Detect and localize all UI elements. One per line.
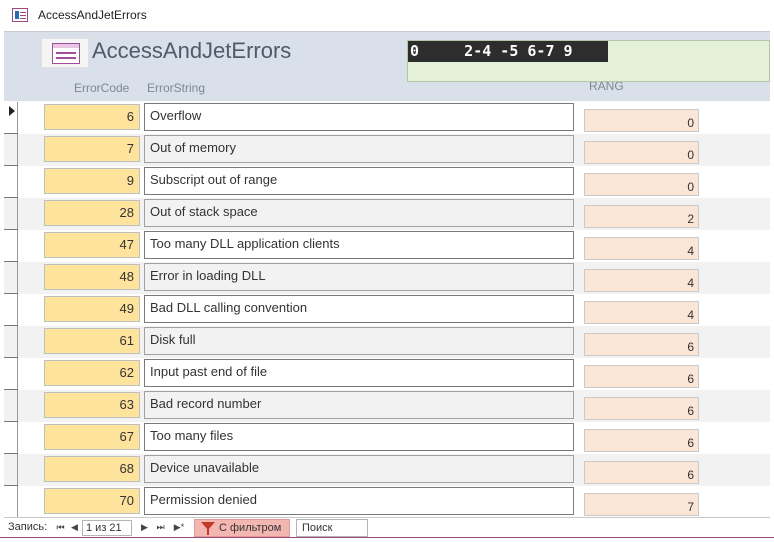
record-row[interactable]: 47 Too many DLL application clients 4 [4,230,770,262]
rang-field[interactable]: 4 [584,269,699,292]
errorcode-field[interactable]: 62 [44,360,140,386]
search-input[interactable]: Поиск [296,519,368,537]
errorstring-field[interactable]: Too many DLL application clients [144,231,574,259]
record-selector[interactable] [4,422,18,454]
rang-field[interactable]: 0 [584,141,699,164]
record-row[interactable]: 6 Overflow 0 [4,102,770,134]
record-selector[interactable] [4,454,18,486]
last-record-button[interactable]: ⏭ [154,520,167,535]
errorstring-field[interactable]: Permission denied [144,487,574,515]
record-selector[interactable] [4,486,18,517]
record-selector[interactable] [4,166,18,198]
errorcode-field[interactable]: 61 [44,328,140,354]
errorstring-field[interactable]: Subscript out of range [144,167,574,195]
errorcode-field[interactable]: 9 [44,168,140,194]
errorcode-field[interactable]: 28 [44,200,140,226]
rang-field[interactable]: 4 [584,237,699,260]
rang-field[interactable]: 6 [584,429,699,452]
rang-field[interactable]: 2 [584,205,699,228]
record-row[interactable]: 70 Permission denied 7 [4,486,770,517]
record-list: 6 Overflow 0 7 Out of memory 0 9 Subscript out … [4,102,770,517]
record-row[interactable]: 67 Too many files 6 [4,422,770,454]
rang-field[interactable]: 6 [584,365,699,388]
errorstring-field[interactable]: Disk full [144,327,574,355]
rang-field[interactable]: 0 [584,109,699,132]
record-row[interactable]: 61 Disk full 6 [4,326,770,358]
record-selector[interactable] [4,294,18,326]
record-row[interactable]: 28 Out of stack space 2 [4,198,770,230]
previous-record-button[interactable]: ◀ [68,520,81,535]
record-row[interactable]: 9 Subscript out of range 0 [4,166,770,198]
errorcode-field[interactable]: 67 [44,424,140,450]
errorcode-field[interactable]: 70 [44,488,140,514]
record-selector[interactable] [4,358,18,390]
record-row[interactable]: 7 Out of memory 0 [4,134,770,166]
errorcode-field[interactable]: 6 [44,104,140,130]
rang-field[interactable]: 6 [584,397,699,420]
errorstring-field[interactable]: Out of memory [144,135,574,163]
rang-field[interactable]: 7 [584,493,699,516]
record-selector[interactable] [4,198,18,230]
record-pointer-icon[interactable] [4,102,18,134]
filter-icon [201,522,215,535]
record-label: Запись: [8,521,48,533]
errorcode-field[interactable]: 47 [44,232,140,258]
errorcode-column-label: ErrorCode [74,81,130,95]
errorstring-field[interactable]: Bad DLL calling convention [144,295,574,323]
next-record-button[interactable]: ▶ [138,520,151,535]
filter-label: С фильтром [219,522,282,534]
rang-field[interactable]: 6 [584,333,699,356]
form-logo-icon [41,38,89,68]
record-selector[interactable] [4,262,18,294]
filter-toggle-button[interactable]: С фильтром [194,519,290,537]
record-row[interactable]: 49 Bad DLL calling convention 4 [4,294,770,326]
errorstring-field[interactable]: Input past end of file [144,359,574,387]
new-record-button[interactable]: ▶* [170,520,188,535]
errorstring-field[interactable]: Overflow [144,103,574,131]
record-navigation-bar: Запись: ⏮ ◀ 1 из 21 ▶ ⏭ ▶* С фильтром По… [4,517,770,537]
record-position-field[interactable]: 1 из 21 [82,520,132,536]
errorstring-field[interactable]: Bad record number [144,391,574,419]
record-row[interactable]: 48 Error in loading DLL 4 [4,262,770,294]
code-display-box: 0 2-4 -5 6-7 9 [407,40,770,82]
record-row[interactable]: 63 Bad record number 6 [4,390,770,422]
record-row[interactable]: 68 Device unavailable 6 [4,454,770,486]
errorstring-field[interactable]: Out of stack space [144,199,574,227]
rang-field[interactable]: 0 [584,173,699,196]
rang-field[interactable]: 4 [584,301,699,324]
errorcode-field[interactable]: 63 [44,392,140,418]
form-icon [12,8,28,22]
record-row[interactable]: 62 Input past end of file 6 [4,358,770,390]
errorstring-field[interactable]: Too many files [144,423,574,451]
errorcode-field[interactable]: 68 [44,456,140,482]
errorstring-column-label: ErrorString [147,81,206,95]
errorstring-field[interactable]: Device unavailable [144,455,574,483]
record-selector[interactable] [4,230,18,262]
title-bar: AccessAndJetErrors [0,0,774,30]
errorstring-field[interactable]: Error in loading DLL [144,263,574,291]
errorcode-field[interactable]: 48 [44,264,140,290]
rang-field[interactable]: 6 [584,461,699,484]
form-title: AccessAndJetErrors [92,38,292,63]
window-bottom-border [0,537,774,542]
form-header: AccessAndJetErrors ErrorCode ErrorString… [4,31,770,101]
code-display-strip: 0 2-4 -5 6-7 9 [408,41,608,62]
record-selector[interactable] [4,326,18,358]
window-title: AccessAndJetErrors [38,8,147,22]
first-record-button[interactable]: ⏮ [54,520,67,535]
record-selector[interactable] [4,134,18,166]
errorcode-field[interactable]: 7 [44,136,140,162]
errorcode-field[interactable]: 49 [44,296,140,322]
record-selector[interactable] [4,390,18,422]
